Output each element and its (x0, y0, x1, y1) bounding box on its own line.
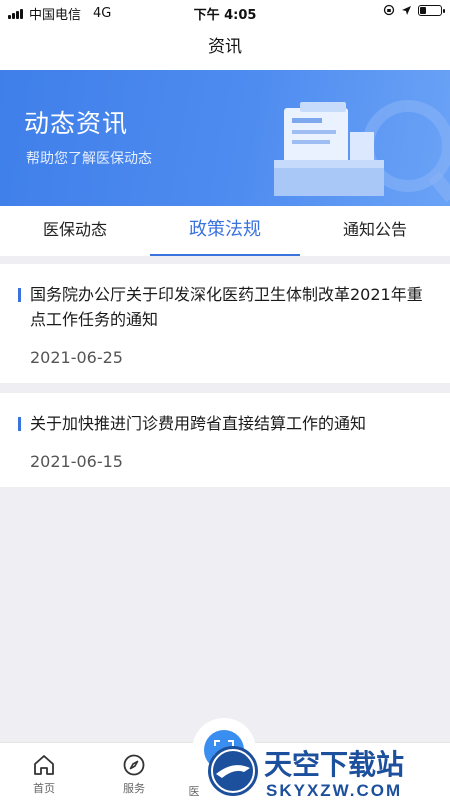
banner-subtitle: 帮助您了解医保动态 (26, 151, 152, 167)
category-tabs: 医保动态 政策法规 通知公告 (0, 206, 450, 256)
tab-policies-regulations[interactable]: 政策法规 (150, 206, 300, 256)
banner-title: 动态资讯 (24, 109, 129, 138)
location-icon (402, 5, 411, 15)
list-item[interactable]: 关于加快推进门诊费用跨省直接结算工作的通知 2021-06-15 (0, 393, 450, 487)
tab-notices[interactable]: 通知公告 (300, 206, 450, 256)
bottom-tab-home-label: 首页 (33, 782, 55, 795)
bottom-tab-medical-label: 医 (188, 785, 200, 798)
news-list: 国务院办公厅关于印发深化医药卫生体制改革2021年重点工作任务的通知 2021-… (0, 264, 450, 497)
bottom-tab-service-label: 服务 (123, 782, 145, 795)
page-title: 资讯 (208, 37, 242, 57)
battery-icon (418, 4, 445, 16)
nav-bar: 资讯 (0, 24, 450, 70)
bottom-tab-home[interactable]: 首页 (14, 753, 74, 796)
status-right (383, 4, 445, 16)
news-date: 2021-06-25 (30, 348, 123, 367)
news-title: 国务院办公厅关于印发深化医药卫生体制改革2021年重点工作任务的通知 (30, 285, 423, 329)
bottom-tab-service[interactable]: 服务 (104, 753, 164, 796)
tab-medical-insurance-news[interactable]: 医保动态 (0, 206, 150, 256)
news-title: 关于加快推进门诊费用跨省直接结算工作的通知 (30, 414, 367, 433)
home-icon (34, 755, 54, 775)
item-accent-bar (18, 288, 21, 302)
document-tray-illustration-icon (274, 100, 450, 203)
watermark-text-bottom: SKYXZW.COM (266, 781, 402, 800)
watermark-logo-icon: 天空下载站 SKYXZW.COM (208, 746, 404, 800)
site-watermark: 天空下载站 SKYXZW.COM (204, 742, 450, 800)
compass-icon (123, 754, 145, 776)
item-accent-bar (18, 417, 21, 431)
list-item[interactable]: 国务院办公厅关于印发深化医药卫生体制改革2021年重点工作任务的通知 2021-… (0, 264, 450, 383)
battery-fill (420, 6, 426, 14)
banner: 动态资讯 帮助您了解医保动态 (0, 70, 450, 206)
status-bar: 中国电信 4G 下午 4:05 (0, 0, 450, 24)
watermark-text-top: 天空下载站 (264, 748, 404, 780)
rotation-lock-icon (383, 4, 395, 16)
news-date: 2021-06-15 (30, 452, 123, 471)
